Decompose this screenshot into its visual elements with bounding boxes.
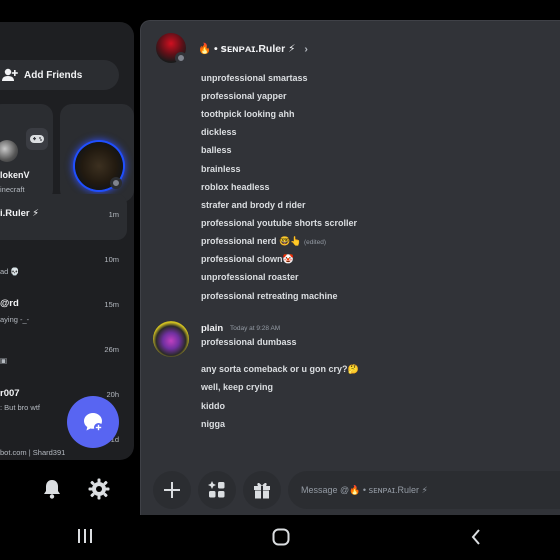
back-icon[interactable] xyxy=(470,528,482,551)
apps-icon xyxy=(208,481,225,498)
dm-time: 15m xyxy=(104,300,119,309)
chat-title[interactable]: 🔥 • ꜱᴇɴᴘᴀɪ.Ruler ⚡ › xyxy=(198,42,308,55)
dm-name: i.Ruler ⚡ xyxy=(0,208,39,219)
dm-sidebar: Add Friends lokenV inecraft i.Ruler ⚡ 1m… xyxy=(0,22,134,460)
chat-panel: 🔥 • ꜱᴇɴᴘᴀɪ.Ruler ⚡ › unprofessional smar… xyxy=(140,20,560,515)
message-text: professional youtube shorts scroller xyxy=(201,218,358,228)
chevron-right-icon: › xyxy=(304,43,308,55)
bell-icon[interactable] xyxy=(41,478,63,505)
new-message-icon xyxy=(84,413,103,432)
avatar[interactable] xyxy=(153,321,189,357)
attach-button[interactable] xyxy=(153,471,191,509)
message-input[interactable]: Message @🔥 • ꜱᴇɴᴘᴀɪ.Ruler ⚡ xyxy=(288,471,560,509)
message-text: toothpick looking ahh xyxy=(201,109,295,119)
message-text: professional retreating machine xyxy=(201,291,338,301)
message-text: brainless xyxy=(201,164,241,174)
message-text: strafer and brody d rider xyxy=(201,200,306,210)
message-timestamp: Today at 9:28 AM xyxy=(230,325,281,332)
chat-title-text: 🔥 • ꜱᴇɴᴘᴀɪ.Ruler ⚡ xyxy=(198,43,296,55)
dm-preview: aying -_- xyxy=(0,315,30,324)
dm-time: 10m xyxy=(104,255,119,264)
dm-time: 1m xyxy=(108,210,119,219)
message-text: roblox headless xyxy=(201,182,270,192)
message-text: professional yapper xyxy=(201,91,287,101)
new-message-button[interactable] xyxy=(67,396,119,448)
gear-icon[interactable] xyxy=(88,478,110,505)
dm-name: r007 xyxy=(0,388,20,399)
dm-time: 20h xyxy=(106,390,119,399)
plus-icon xyxy=(164,482,180,498)
dm-time: 26m xyxy=(104,345,119,354)
dm-preview: : But bro wtf xyxy=(0,403,41,412)
dm-preview: ▣ xyxy=(0,356,8,365)
dm-preview: ad 💀 xyxy=(0,267,20,276)
message-text: professional dumbass xyxy=(201,337,297,347)
gift-icon xyxy=(254,482,270,499)
message-text: professional clown🤡 xyxy=(201,254,294,264)
status-indicator xyxy=(175,52,187,64)
message-text: kiddo xyxy=(201,401,225,411)
message-author[interactable]: plain xyxy=(201,323,223,334)
dm-name: @rd xyxy=(0,298,19,309)
gamepad-icon xyxy=(26,128,48,150)
add-friends-label: Add Friends xyxy=(24,69,83,81)
message-input-placeholder: Message @🔥 • ꜱᴇɴᴘᴀɪ.Ruler ⚡ xyxy=(301,484,428,495)
message-text: unprofessional roaster xyxy=(201,272,299,282)
message-text: dickless xyxy=(201,127,237,137)
message-text: any sorta comeback or u gon cry?🤔 xyxy=(201,364,359,374)
gift-button[interactable] xyxy=(243,471,281,509)
dm-preview: bot.com | Shard391 xyxy=(0,448,66,457)
add-friend-icon xyxy=(2,68,18,81)
recent-apps-icon[interactable] xyxy=(77,528,93,549)
message-text: well, keep crying xyxy=(201,382,274,392)
message-text: unprofessional smartass xyxy=(201,73,308,83)
edited-label: (edited) xyxy=(303,239,326,246)
chat-header[interactable]: 🔥 • ꜱᴇɴᴘᴀɪ.Ruler ⚡ › xyxy=(141,21,560,73)
apps-button[interactable] xyxy=(198,471,236,509)
message-text-content: professional nerd 🤓👆 xyxy=(201,236,302,246)
add-friends-button[interactable]: Add Friends xyxy=(0,60,119,90)
friend-activity: inecraft xyxy=(0,185,25,194)
friend-name: lokenV xyxy=(0,170,30,180)
home-icon[interactable] xyxy=(272,528,290,551)
message-text: balless xyxy=(201,145,232,155)
status-indicator xyxy=(110,177,122,189)
message-text: professional nerd 🤓👆 (edited) xyxy=(201,236,326,247)
message-text: nigga xyxy=(201,419,225,429)
